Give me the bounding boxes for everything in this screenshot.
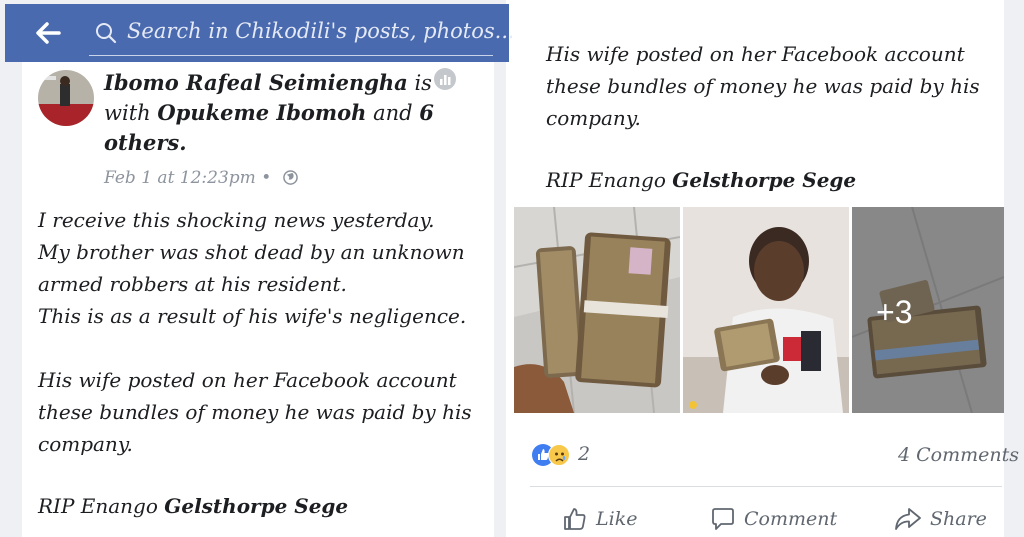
share-button[interactable]: Share — [894, 504, 987, 534]
post-body-line: company. — [546, 106, 641, 130]
post-body-line: My brother was shot dead by an unknown — [38, 240, 465, 264]
post-card: Ibomo Rafeal Seimiengha is with Opukeme … — [22, 62, 494, 537]
share-label: Share — [930, 508, 987, 530]
post-body-line: His wife posted on her Facebook account — [38, 368, 457, 392]
photo-money-stack-more[interactable] — [852, 207, 1004, 413]
stats-icon[interactable] — [434, 68, 456, 90]
rip-name-link[interactable]: Gelsthorpe Sege — [672, 168, 856, 192]
globe-icon — [282, 170, 298, 185]
like-label: Like — [596, 508, 638, 530]
post-body-line: This is as a result of his wife's neglig… — [38, 304, 467, 328]
search-input[interactable]: Search in Chikodili's posts, photos... — [89, 14, 515, 56]
tagged-name[interactable]: Opukeme Ibomoh — [157, 100, 366, 125]
rip-line: RIP Enango Gelsthorpe Sege — [38, 494, 348, 518]
others-count[interactable]: 6 — [419, 100, 434, 125]
post-timestamp[interactable]: Feb 1 at 12:23pm • — [104, 168, 298, 188]
sad-reaction-icon — [548, 444, 570, 466]
timestamp-separator: • — [261, 168, 272, 188]
post-body-line: these bundles of money he was paid by hi… — [546, 74, 980, 98]
photo-money-bundles[interactable] — [514, 207, 680, 413]
comment-button[interactable]: Comment — [710, 504, 837, 534]
comments-count-link[interactable]: 4 Comments — [898, 444, 1019, 466]
others-label[interactable]: others. — [104, 130, 187, 155]
search-placeholder: Search in Chikodili's posts, photos... — [127, 19, 515, 43]
more-photos-count[interactable]: +3 — [876, 294, 912, 331]
post-header-line-3: others. — [104, 130, 187, 155]
post-body-line: these bundles of money he was paid by hi… — [38, 400, 472, 424]
post-header-line-2: with Opukeme Ibomoh and 6 — [104, 100, 434, 125]
post-body-line: company. — [38, 432, 133, 456]
comment-icon — [712, 508, 734, 530]
post-body-line: I receive this shocking news yesterday. — [38, 208, 435, 232]
avatar[interactable] — [38, 70, 94, 126]
comment-label: Comment — [744, 508, 838, 530]
share-icon — [895, 508, 921, 530]
rip-line: RIP Enango Gelsthorpe Sege — [546, 168, 856, 192]
rip-prefix: RIP Enango — [546, 168, 666, 192]
is-text: is — [414, 71, 432, 95]
search-bar: Search in Chikodili's posts, photos... — [5, 4, 515, 62]
like-button[interactable]: Like — [562, 504, 637, 534]
rip-name-link[interactable]: Gelsthorpe Sege — [164, 494, 348, 518]
search-icon — [96, 23, 117, 44]
photo-woman-with-money[interactable] — [683, 207, 849, 413]
divider — [530, 486, 1002, 487]
right-screenshot: His wife posted on her Facebook account … — [512, 0, 1024, 537]
post-body-line: His wife posted on her Facebook account — [546, 42, 965, 66]
post-header-line-1: Ibomo Rafeal Seimiengha is — [104, 70, 432, 95]
and-text: and — [373, 101, 413, 125]
with-text: with — [104, 101, 151, 125]
left-screenshot: Search in Chikodili's posts, photos... I… — [0, 0, 515, 537]
author-name[interactable]: Ibomo Rafeal Seimiengha — [104, 70, 408, 95]
back-arrow-icon[interactable] — [33, 18, 63, 48]
rip-prefix: RIP Enango — [38, 494, 158, 518]
timestamp-text: Feb 1 at 12:23pm — [104, 168, 256, 188]
reaction-count: 2 — [578, 443, 591, 465]
thumbs-up-icon — [564, 508, 586, 530]
post-body-line: armed robbers at his resident. — [38, 272, 347, 296]
